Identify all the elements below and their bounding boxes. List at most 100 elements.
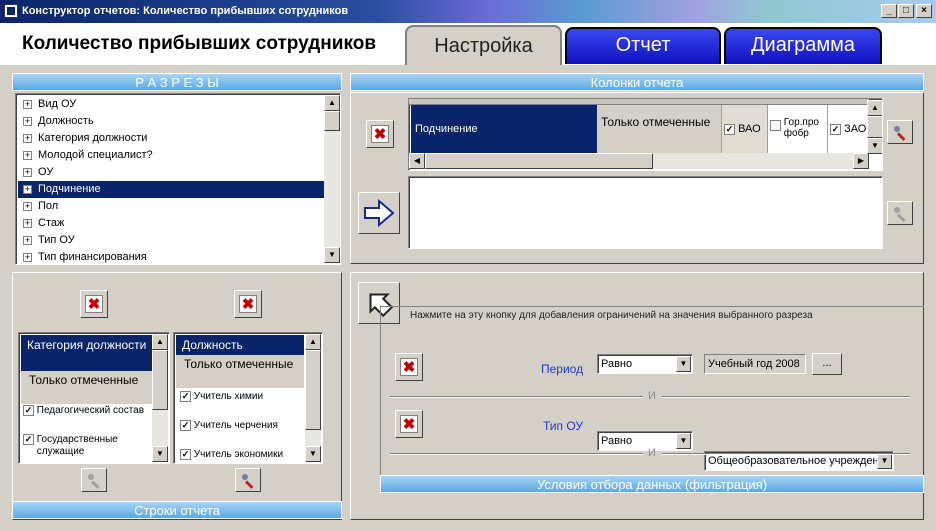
expand-plus-icon[interactable]: +	[23, 134, 32, 143]
list1-item[interactable]: ✓ Государственные служащие	[23, 434, 151, 458]
checkbox[interactable]: ✓	[180, 419, 191, 431]
scroll-down-icon[interactable]: ▼	[152, 446, 168, 462]
column-option[interactable]: ✓ ВАО	[721, 105, 767, 153]
expand-plus-icon[interactable]: +	[23, 185, 32, 194]
tab-report[interactable]: Отчет	[565, 27, 721, 64]
scroll-thumb[interactable]	[425, 153, 653, 169]
filter-separator-line	[390, 396, 643, 398]
tree-item[interactable]: + Тип финансирования	[18, 249, 324, 264]
scroll-thumb[interactable]	[324, 111, 340, 131]
row2-settings-button[interactable]	[235, 468, 261, 492]
scroll-thumb[interactable]	[152, 350, 168, 410]
filter1-label: Период	[541, 362, 584, 376]
page-title: Количество прибывших сотрудников	[22, 33, 376, 54]
scroll-thumb[interactable]	[305, 350, 321, 430]
tab-settings[interactable]: Настройка	[405, 25, 562, 65]
razrezy-header: Р А З Р Е З Ы	[12, 73, 342, 91]
column-option[interactable]: ✓ ЗАО	[827, 105, 869, 153]
tree-item[interactable]: + Вид ОУ	[18, 96, 324, 113]
filter-separator-line	[662, 396, 910, 398]
column-mode-cell[interactable]: Только отмеченные	[597, 105, 721, 153]
close-window-button[interactable]: ×	[916, 4, 932, 18]
razrezy-scrollbar[interactable]: ▲ ▼	[324, 95, 340, 263]
row1-settings-button[interactable]	[81, 468, 107, 492]
list2-item[interactable]: ✓ Учитель черчения	[180, 419, 304, 433]
expand-plus-icon[interactable]: +	[23, 100, 32, 109]
scroll-up-icon[interactable]: ▲	[305, 334, 321, 350]
checkbox[interactable]	[770, 120, 781, 131]
column2-settings-button[interactable]	[887, 201, 913, 225]
checkbox[interactable]: ✓	[23, 434, 34, 445]
wrench-icon	[87, 473, 101, 487]
expand-plus-icon[interactable]: +	[23, 202, 32, 211]
list2-scrollbar[interactable]: ▲ ▼	[305, 334, 321, 462]
list2-item[interactable]: ✓ Учитель экономики	[180, 448, 304, 462]
scroll-left-icon[interactable]: ◀	[409, 153, 425, 169]
list2-mode[interactable]: Только отмеченные	[176, 355, 304, 388]
scroll-up-icon[interactable]: ▲	[324, 95, 340, 111]
columns-vscrollbar[interactable]: ▲ ▼	[867, 100, 882, 154]
tree-item-selected[interactable]: + Подчинение	[18, 181, 324, 198]
minimize-button[interactable]: _	[881, 4, 897, 18]
delete-row1-button[interactable]: ✖	[80, 290, 108, 318]
scroll-up-icon[interactable]: ▲	[867, 100, 882, 116]
checkbox[interactable]: ✓	[23, 405, 34, 416]
maximize-button[interactable]: □	[898, 4, 914, 18]
tree-item[interactable]: + Стаж	[18, 215, 324, 232]
columns-list-empty	[408, 176, 883, 249]
window-titlebar: Конструктор отчетов: Количество прибывши…	[0, 0, 936, 23]
delete-filter1-button[interactable]: ✖	[395, 353, 423, 381]
checkbox[interactable]: ✓	[180, 448, 191, 460]
column-option[interactable]: Гор.про фобр	[767, 105, 827, 153]
scroll-right-icon[interactable]: ▶	[853, 153, 869, 169]
expand-plus-icon[interactable]: +	[23, 168, 32, 177]
chevron-down-icon[interactable]: ▼	[676, 433, 691, 449]
filter1-value[interactable]: Учебный год 2008	[704, 354, 806, 374]
tree-item[interactable]: + Категория должности	[18, 130, 324, 147]
expand-plus-icon[interactable]: +	[23, 253, 32, 262]
column-settings-button[interactable]	[887, 120, 913, 144]
wrench-icon	[893, 206, 907, 220]
expand-plus-icon[interactable]: +	[23, 236, 32, 245]
tab-chart[interactable]: Диаграмма	[724, 27, 882, 64]
list1-item[interactable]: ✓ Педагогический состав	[23, 405, 151, 417]
delete-x-icon: ✖	[400, 415, 418, 433]
add-column-button[interactable]	[358, 192, 400, 234]
list1-title: Категория должности	[21, 335, 153, 371]
delete-column-button[interactable]: ✖	[366, 120, 394, 148]
chevron-down-icon[interactable]: ▼	[877, 453, 892, 469]
tree-item[interactable]: + Молодой специалист?	[18, 147, 324, 164]
delete-filter2-button[interactable]: ✖	[395, 410, 423, 438]
expand-plus-icon[interactable]: +	[23, 219, 32, 228]
delete-row2-button[interactable]: ✖	[234, 290, 262, 318]
checkbox[interactable]: ✓	[830, 123, 841, 135]
razrezy-tree: + Вид ОУ + Должность + Категория должности …	[15, 93, 341, 265]
tree-item[interactable]: + Должность	[18, 113, 324, 130]
list1-mode[interactable]: Только отмеченные	[21, 371, 153, 404]
scroll-down-icon[interactable]: ▼	[324, 247, 340, 263]
filter1-more-button[interactable]: ...	[812, 353, 842, 375]
list2-item[interactable]: ✓ Учитель химии	[180, 390, 304, 404]
expand-plus-icon[interactable]: +	[23, 151, 32, 160]
column-name-cell[interactable]: Подчинение	[411, 105, 597, 153]
columns-header: Колонки отчета	[350, 73, 924, 91]
checkbox[interactable]: ✓	[180, 390, 191, 402]
columns-hscrollbar[interactable]: ◀ ▶	[409, 153, 869, 169]
checkbox[interactable]: ✓	[724, 123, 735, 135]
list1-scrollbar[interactable]: ▲ ▼	[152, 334, 168, 462]
filter-separator-line	[390, 453, 643, 455]
scroll-thumb[interactable]	[867, 116, 882, 138]
expand-plus-icon[interactable]: +	[23, 117, 32, 126]
scroll-down-icon[interactable]: ▼	[867, 138, 882, 154]
tree-item[interactable]: + ОУ	[18, 164, 324, 181]
tree-item[interactable]: + Тип ОУ	[18, 232, 324, 249]
filter-footer: Условия отбора данных (фильтрация)	[380, 475, 924, 493]
wrench-icon	[241, 473, 255, 487]
scroll-down-icon[interactable]: ▼	[305, 446, 321, 462]
chevron-down-icon[interactable]: ▼	[676, 356, 691, 372]
filter1-operator[interactable]: Равно ▼	[597, 354, 693, 374]
rows-list-1: Категория должности Только отмеченные ✓ …	[18, 332, 170, 464]
filter2-operator[interactable]: Равно ▼	[597, 431, 693, 451]
scroll-up-icon[interactable]: ▲	[152, 334, 168, 350]
tree-item[interactable]: + Пол	[18, 198, 324, 215]
